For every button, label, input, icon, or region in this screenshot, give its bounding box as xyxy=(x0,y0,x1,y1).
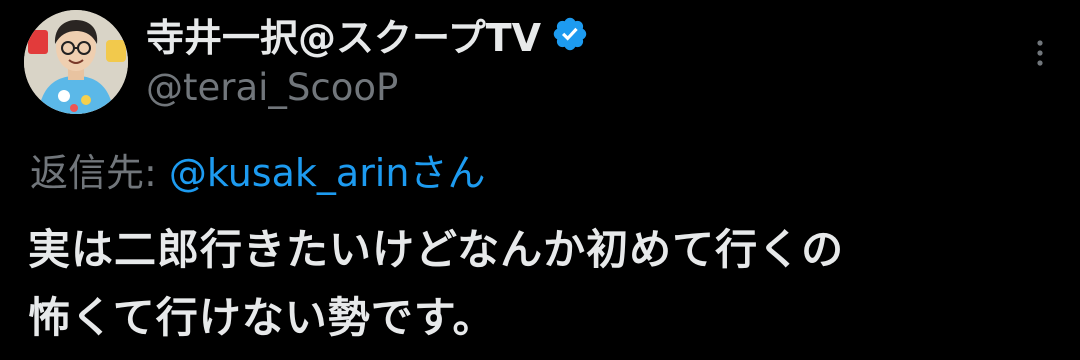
tweet: 寺井一択@スクープTV @terai_ScooP 返信先: @kusak_ari… xyxy=(0,0,1080,360)
tweet-text-line: 実は二郎行きたいけどなんか初めて行くの xyxy=(28,225,845,274)
reply-to-label: 返信先: xyxy=(30,151,169,195)
reply-to-suffix: さん xyxy=(409,151,486,195)
tweet-text-line: 怖くて行けない勢です。 xyxy=(28,293,496,342)
reply-to-handle-link[interactable]: @kusak_arin xyxy=(169,151,410,195)
tweet-text: 実は二郎行きたいけどなんか初めて行くの 怖くて行けない勢です。 xyxy=(28,216,1058,352)
author-info: 寺井一択@スクープTV @terai_ScooP xyxy=(146,8,1000,109)
more-options-icon[interactable] xyxy=(1030,38,1050,68)
author-display-name[interactable]: 寺井一択@スクープTV xyxy=(146,7,541,62)
avatar-image xyxy=(24,10,128,114)
avatar[interactable] xyxy=(24,10,128,114)
verified-badge-icon xyxy=(551,15,589,53)
author-handle[interactable]: @terai_ScooP xyxy=(146,66,1000,109)
reply-to-line: 返信先: @kusak_arinさん xyxy=(30,142,485,197)
name-row: 寺井一択@スクープTV xyxy=(146,8,1000,60)
